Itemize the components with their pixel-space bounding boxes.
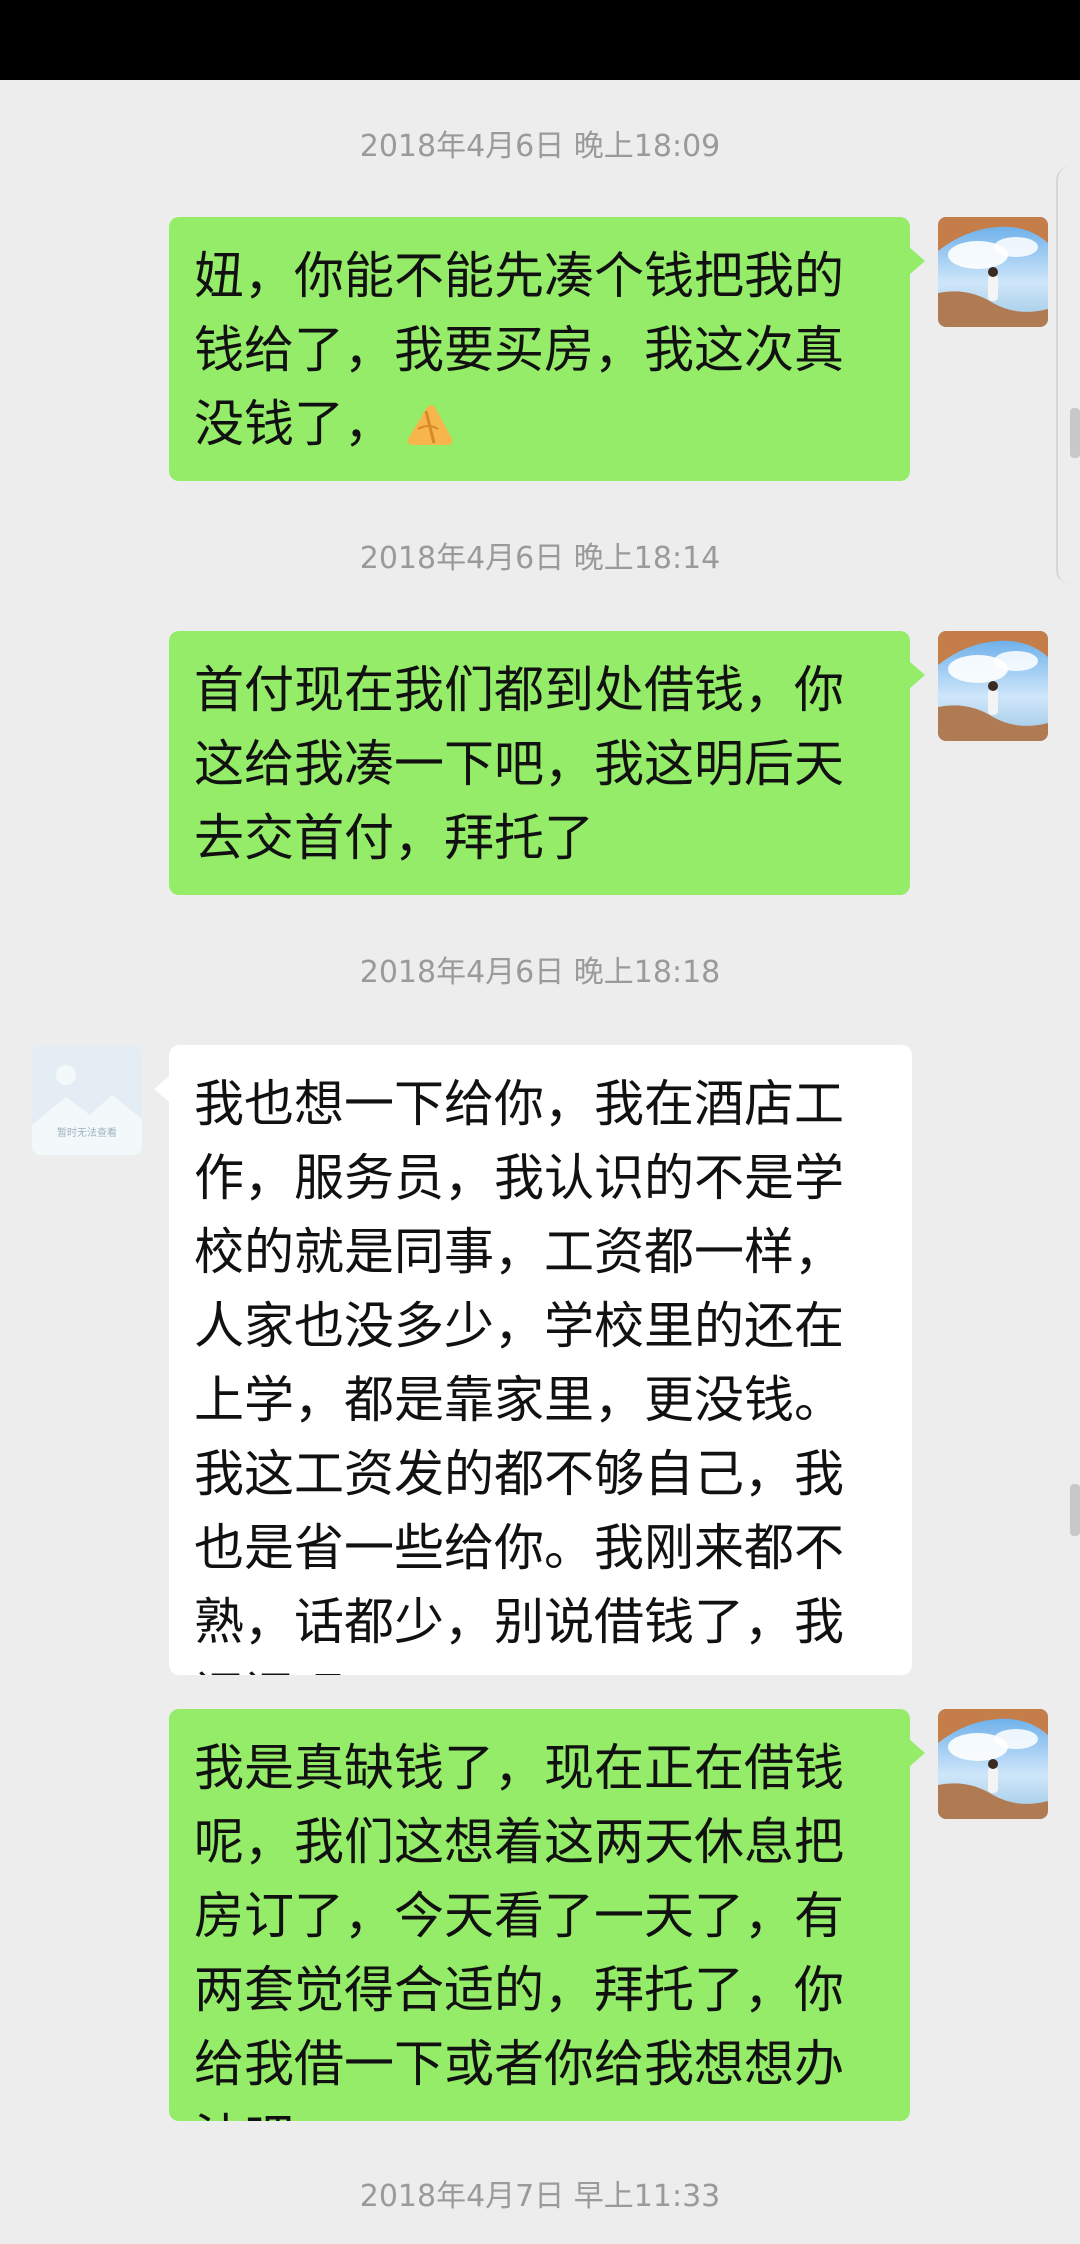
self-avatar[interactable] [938, 217, 1048, 327]
beach-photo-avatar-icon [938, 217, 1048, 327]
status-bar [0, 0, 1080, 80]
chat-area[interactable]: 2018年4月6日 晚上18:09 妞，你能不能先凑个钱把我的钱给了，我要买房，… [0, 80, 1080, 2244]
bubble-tail [154, 1075, 170, 1103]
timestamp: 2018年4月6日 晚上18:14 [359, 541, 721, 576]
timestamp: 2018年4月6日 晚上18:18 [359, 955, 721, 990]
outgoing-message[interactable]: 我是真缺钱了，现在正在借钱呢，我们这想着这两天休息把房订了，今天看了一天了，有两… [169, 1709, 910, 2121]
contact-avatar[interactable]: 暂时无法查看 [32, 1045, 142, 1155]
bubble-tail [909, 1739, 925, 1767]
outgoing-message[interactable]: 首付现在我们都到处借钱，你这给我凑一下吧，我这明后天去交首付，拜托了 [169, 631, 910, 895]
scrollbar-thumb[interactable] [1070, 1484, 1080, 1536]
self-avatar[interactable] [938, 1709, 1048, 1819]
timestamp: 2018年4月6日 晚上18:09 [359, 129, 721, 164]
message-text: 我也想一下给你，我在酒店工作，服务员，我认识的不是学校的就是同事，工资都一样，人… [194, 1075, 844, 1675]
message-text: 我是真缺钱了，现在正在借钱呢，我们这想着这两天休息把房订了，今天看了一天了，有两… [194, 1739, 844, 2121]
edge-panel-handle[interactable] [1056, 166, 1080, 584]
bubble-tail [909, 247, 925, 275]
beach-photo-avatar-icon [938, 1709, 1048, 1819]
timestamp: 2018年4月7日 早上11:33 [359, 2179, 721, 2214]
pray-hands-emoji-icon [398, 389, 462, 453]
outgoing-message[interactable]: 妞，你能不能先凑个钱把我的钱给了，我要买房，我这次真没钱了， [169, 217, 910, 481]
placeholder-text: 暂时无法查看 [57, 1126, 117, 1139]
scrollbar-thumb[interactable] [1070, 408, 1080, 458]
beach-photo-avatar-icon [938, 631, 1048, 741]
image-placeholder-icon: 暂时无法查看 [32, 1045, 142, 1155]
message-text: 妞，你能不能先凑个钱把我的钱给了，我要买房，我这次真没钱了， [194, 247, 844, 453]
bubble-tail [909, 661, 925, 689]
message-text: 首付现在我们都到处借钱，你这给我凑一下吧，我这明后天去交首付，拜托了 [194, 661, 844, 867]
self-avatar[interactable] [938, 631, 1048, 741]
incoming-message[interactable]: 我也想一下给你，我在酒店工作，服务员，我认识的不是学校的就是同事，工资都一样，人… [169, 1045, 912, 1675]
